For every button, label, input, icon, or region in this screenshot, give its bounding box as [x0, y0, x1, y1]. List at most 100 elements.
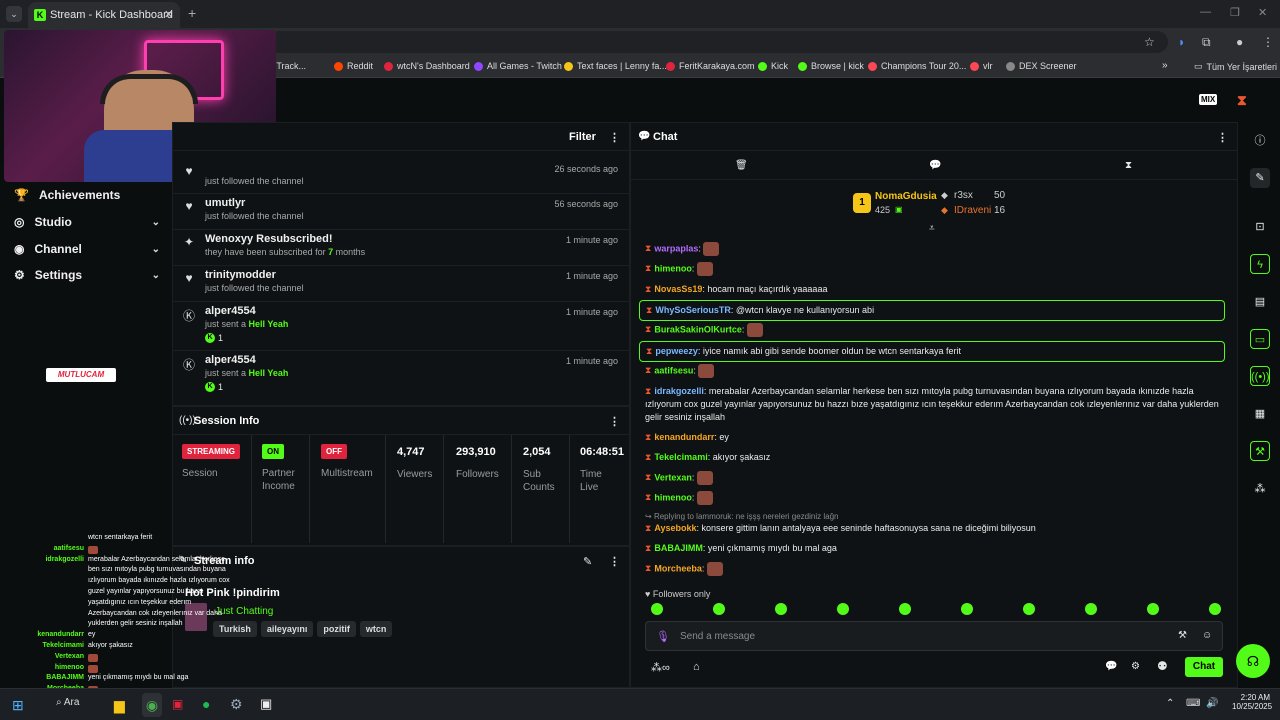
hourglass-icon[interactable]: ⧗ [1125, 160, 1132, 171]
other-bookmarks[interactable]: ▭ Tüm Yer İşaretleri [1194, 61, 1277, 72]
emote-bar[interactable] [651, 603, 1221, 615]
collapse-icon[interactable]: ⩡ [929, 223, 935, 234]
chat-username[interactable]: Tekelcimami [654, 452, 707, 462]
profile-avatar-icon[interactable]: ● [1236, 35, 1243, 49]
users-icon[interactable]: ⚉ [1157, 659, 1168, 673]
sidebar-item-achievements[interactable]: 🏆 Achievements [14, 188, 160, 202]
activity-item: ✦ Wenoxyy Resubscribed! they have been sub… [182, 233, 622, 267]
chat-bubble-icon[interactable]: ▭ [1250, 329, 1270, 349]
clock[interactable]: 2:20 AM 10/25/2025 [1232, 693, 1272, 711]
crop-icon[interactable]: ⊡ [1250, 217, 1270, 237]
windows-start-icon[interactable]: ⊞ [12, 697, 30, 713]
chat-username[interactable]: WhySoSeriousTR [655, 305, 731, 315]
maximize-icon[interactable]: ❐ [1230, 6, 1240, 19]
trash-icon[interactable]: 🗑 [735, 160, 748, 171]
chat-username[interactable]: aatifsesu [654, 365, 693, 375]
bookmark-item[interactable]: Text faces | Lenny fa... [564, 61, 667, 71]
wrench-icon[interactable]: ⚒ [1250, 441, 1270, 461]
network-icon[interactable]: ⌨ [1186, 698, 1200, 709]
tab-list-button[interactable]: ⌄ [6, 6, 22, 22]
microphone-icon[interactable]: 🎙 [656, 630, 670, 643]
user-avatar-icon[interactable]: ⧗ [1237, 92, 1247, 109]
more-options-icon[interactable]: ⋮ [609, 415, 620, 428]
chat-username[interactable]: warpaplas [654, 243, 698, 253]
pencil-icon[interactable]: ✎ [583, 555, 592, 568]
channel-points-icon[interactable]: ⁂∞ [651, 661, 670, 674]
apps-icon[interactable]: ⁂ [1250, 479, 1270, 499]
chat-input[interactable]: 🎙 Send a message ⚒ ☺ [645, 621, 1223, 651]
overlay-chat-message: ey [88, 631, 96, 639]
bookmark-star-icon[interactable]: ☆ [1144, 35, 1155, 49]
filter-button[interactable]: Filter [569, 131, 596, 143]
bookmark-item[interactable]: Champions Tour 20... [868, 61, 966, 71]
emoji-icon[interactable]: ☺ [1202, 630, 1212, 641]
broadcast-icon[interactable]: ((•)) [1250, 366, 1270, 386]
tag[interactable]: pozitif [317, 621, 356, 637]
pencil-icon[interactable]: ✎ [1250, 168, 1270, 188]
more-options-icon[interactable]: ⋮ [609, 555, 620, 568]
chat-username[interactable]: BABAJIMM [654, 543, 703, 553]
new-tab-icon[interactable]: + [188, 5, 196, 21]
more-options-icon[interactable]: ⋮ [1217, 131, 1228, 144]
steam-icon[interactable]: ⚙ [230, 696, 243, 713]
more-options-icon[interactable]: ⋮ [609, 131, 620, 144]
bookmark-item[interactable]: vlr [970, 61, 993, 71]
chat-username[interactable]: kenandundarr [654, 432, 714, 442]
info-icon[interactable]: ⓘ [1250, 131, 1270, 151]
taskbar-search[interactable]: ⌕ Ara [56, 697, 106, 715]
bookmark-item[interactable]: Browse | kick [798, 61, 864, 71]
chat-username[interactable]: Morcheeba [654, 563, 702, 573]
discord-icon[interactable]: ▣ [260, 696, 272, 712]
store-icon[interactable]: ⌂ [693, 661, 700, 673]
window-close-icon[interactable]: ✕ [1258, 6, 1267, 19]
gear-icon[interactable]: ⚙ [1131, 661, 1140, 672]
activity-time: 1 minute ago [565, 356, 618, 366]
bookmark-item[interactable]: All Games - Twitch [474, 61, 562, 71]
volume-icon[interactable]: 🔊 [1206, 698, 1218, 709]
sidebar-item-studio[interactable]: ◎ Studio ⌄ [14, 215, 160, 229]
category-link[interactable]: Just Chatting [215, 606, 273, 617]
speech-bubble-icon[interactable]: 💬 [929, 160, 941, 171]
tab-close-icon[interactable]: ✕ [164, 8, 173, 21]
extensions-puzzle-icon[interactable]: ⧉ [1202, 35, 1211, 50]
mix-logo-icon[interactable]: MIX [1199, 94, 1218, 105]
chat-username[interactable]: idrakgozelli [654, 386, 704, 396]
tag[interactable]: wtcn [359, 621, 393, 637]
address-bar[interactable] [268, 31, 1168, 53]
bookmarks-overflow-icon[interactable]: » [1162, 60, 1168, 71]
bookmark-item[interactable]: wtcN's Dashboard [384, 61, 470, 71]
extension-icon[interactable]: ◗ [1178, 35, 1185, 49]
file-explorer-icon[interactable]: ▆ [114, 697, 125, 714]
tray-chevron-icon[interactable]: ⌃ [1166, 698, 1174, 709]
browser-tab[interactable]: K Stream - Kick Dashboard ✕ [28, 2, 180, 28]
chat-username[interactable]: pepweezy [655, 346, 698, 356]
bookmark-item[interactable]: FeritKarakaya.com [666, 61, 755, 71]
bookmark-item[interactable]: DEX Screener [1006, 61, 1077, 71]
sidebar-item-settings[interactable]: ⚙ Settings ⌄ [14, 268, 160, 282]
spotify-icon[interactable]: ● [202, 696, 210, 712]
chat-username[interactable]: BurakSakinOlKurtce [654, 324, 742, 334]
browser-menu-icon[interactable]: ⋮ [1262, 35, 1274, 49]
chrome-icon[interactable]: ◉ [142, 693, 162, 717]
bookmark-item[interactable]: Kick [758, 61, 788, 71]
browser-tab-bar: ⌄ K Stream - Kick Dashboard ✕ + — ❐ ✕ [0, 0, 1280, 28]
chat-username[interactable]: NovasSs19 [654, 284, 702, 294]
chat-username[interactable]: Aysebokk [654, 523, 696, 533]
lightning-icon[interactable]: ϟ [1250, 254, 1270, 274]
chat-username[interactable]: himenoo [654, 492, 692, 502]
command-icon[interactable]: ⚒ [1178, 630, 1187, 641]
obs-icon[interactable]: ▣ [172, 697, 183, 711]
bookmark-item[interactable]: Reddit [334, 61, 373, 71]
minimize-icon[interactable]: — [1200, 6, 1211, 18]
chat-settings-bubble-icon[interactable]: 💬 [1105, 661, 1117, 672]
chat-username[interactable]: himenoo [654, 263, 692, 273]
layers-icon[interactable]: ▦ [1250, 404, 1270, 424]
sidebar-item-channel[interactable]: ◉ Channel ⌄ [14, 242, 160, 256]
chat-username[interactable]: Vertexan [654, 472, 692, 482]
activity-description: just sent a Hell Yeah [205, 368, 288, 378]
tag[interactable]: aileyayını [260, 621, 314, 637]
tag[interactable]: Turkish [213, 621, 257, 637]
support-button[interactable]: ☊ [1236, 644, 1270, 678]
send-chat-button[interactable]: Chat [1185, 657, 1223, 677]
document-icon[interactable]: ▤ [1250, 292, 1270, 312]
